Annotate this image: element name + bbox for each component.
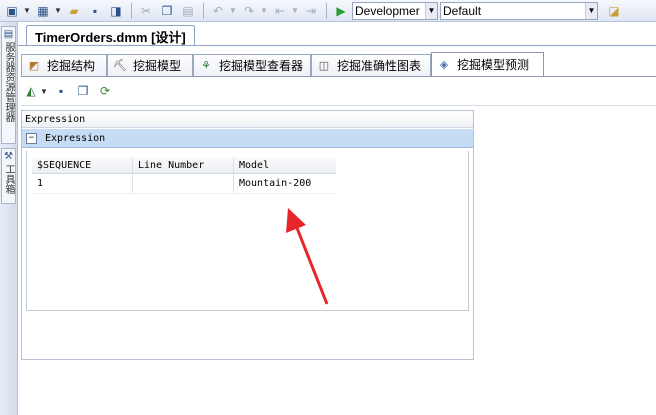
annotation-arrow-shaft [295, 227, 329, 305]
app-window: ▣ ▼ ▦ ▼ ▰ ▪ ◨ ✂ ❐ ▤ ↶ ▼ ↷ ▼ ⇤ ▼ ⇥ ▶ Deve… [0, 0, 656, 415]
annotation-arrow [286, 208, 329, 305]
